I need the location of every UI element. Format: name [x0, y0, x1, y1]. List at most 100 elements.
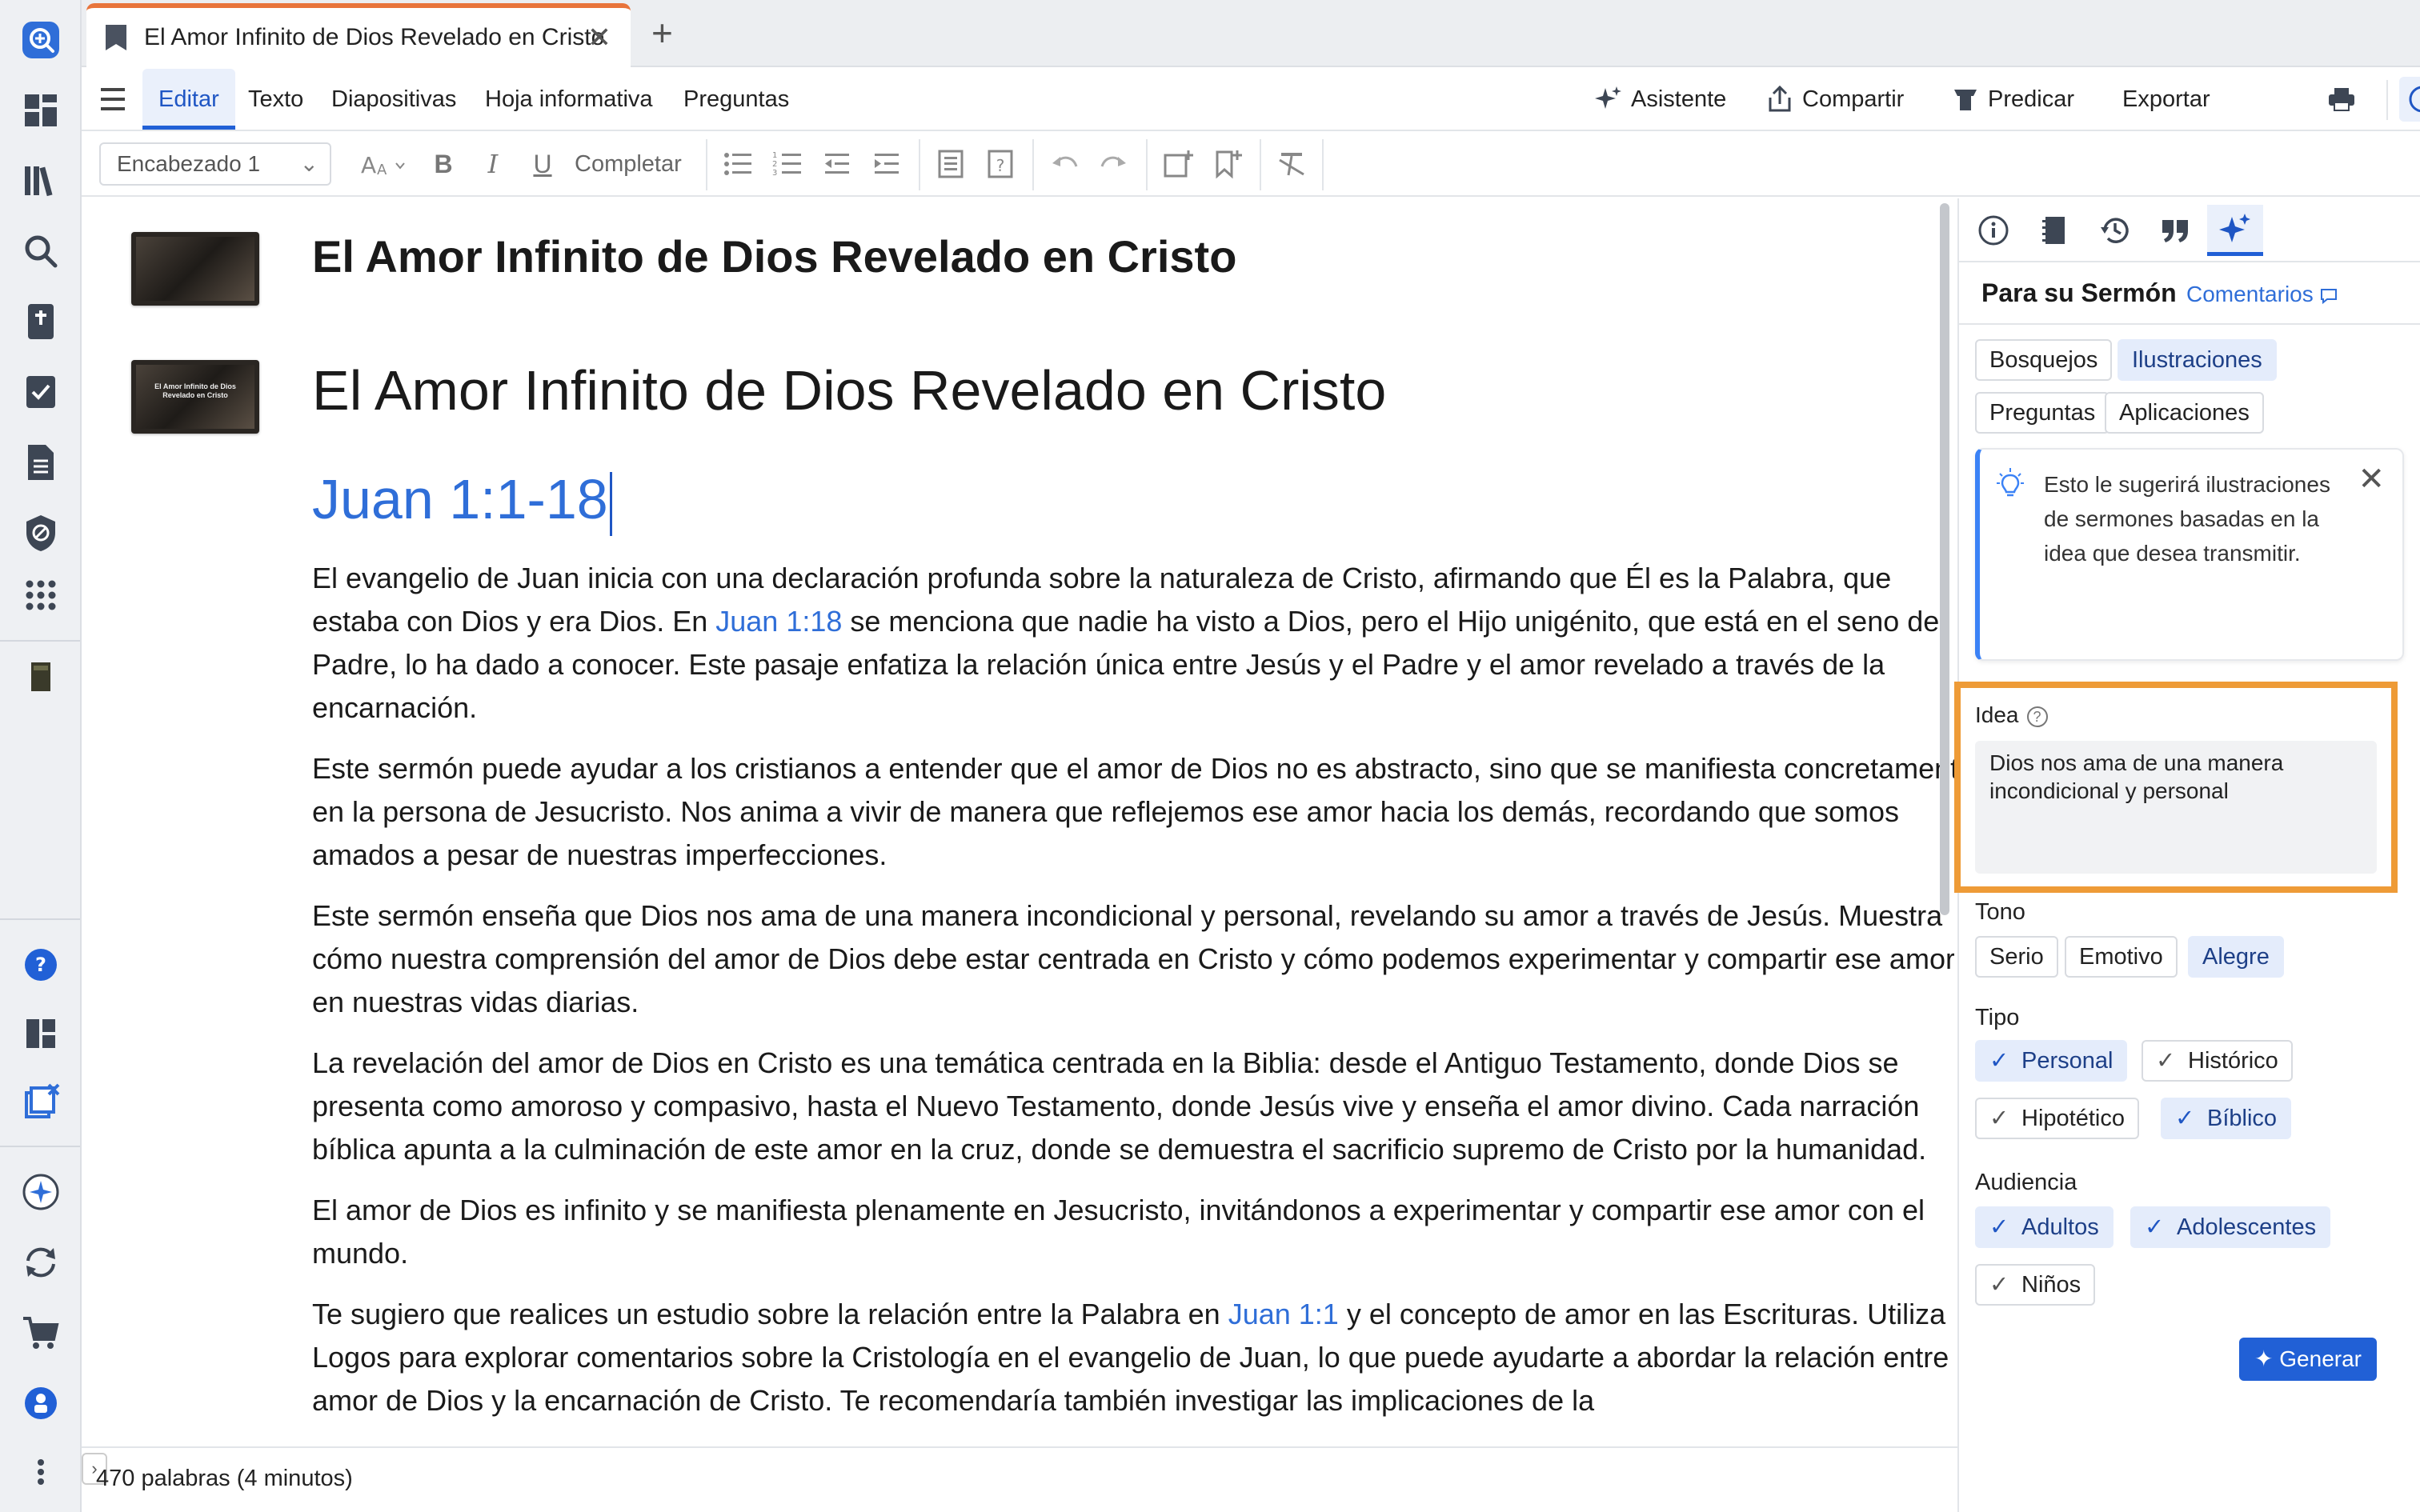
- hamburger-menu-icon[interactable]: [99, 83, 128, 115]
- audience-chip-adultos[interactable]: ✓ Adultos: [1975, 1206, 2113, 1248]
- preach-button[interactable]: Predicar: [1951, 69, 2074, 130]
- notebook-icon: [2042, 217, 2065, 244]
- menu-diapositivas[interactable]: Diapositivas: [331, 69, 456, 130]
- panel-tab-quotes[interactable]: [2148, 205, 2204, 256]
- underline-icon[interactable]: U: [527, 144, 559, 184]
- toolbar-divider: [1322, 139, 1324, 190]
- document-tab[interactable]: El Amor Infinito de Dios Revelado en Cri…: [86, 3, 631, 67]
- more-options-icon[interactable]: [17, 1448, 65, 1496]
- bullet-list-icon[interactable]: [720, 144, 755, 184]
- document-title[interactable]: El Amor Infinito de Dios Revelado en Cri…: [312, 230, 1236, 282]
- help-icon[interactable]: ?: [17, 941, 65, 989]
- close-tab-icon[interactable]: ✕: [587, 21, 611, 54]
- new-tab-button[interactable]: +: [651, 11, 673, 54]
- bible-icon[interactable]: [17, 298, 65, 346]
- cart-icon[interactable]: [17, 1309, 65, 1357]
- panel-tab-ai[interactable]: [2207, 205, 2263, 256]
- paragraph: Este sermón enseña que Dios nos ama de u…: [312, 899, 1954, 1018]
- menu-texto[interactable]: Texto: [248, 69, 303, 130]
- document-body[interactable]: El evangelio de Juan inicia con una decl…: [312, 557, 1954, 1440]
- redo-icon[interactable]: [1096, 144, 1132, 184]
- slide-thumbnail-1[interactable]: [131, 232, 259, 306]
- type-chip-historico[interactable]: ✓ Histórico: [2142, 1040, 2293, 1082]
- type-chip-biblico[interactable]: ✓ Bíblico: [2161, 1098, 2292, 1139]
- search-tab-icon[interactable]: [17, 16, 65, 64]
- tone-chip[interactable]: Emotivo: [2065, 936, 2178, 978]
- generate-button[interactable]: ✦ Generar: [2239, 1338, 2377, 1381]
- paragraph-style-select[interactable]: Encabezado 1 ⌄: [99, 142, 331, 186]
- insert-question-icon[interactable]: ?: [983, 144, 1018, 184]
- add-slide-icon[interactable]: [1160, 144, 1196, 184]
- document-scrollbar[interactable]: [1940, 203, 1949, 915]
- idea-input[interactable]: Dios nos ama de una manera incondicional…: [1975, 741, 2377, 874]
- apps-grid-icon[interactable]: [17, 571, 65, 619]
- svg-text:A: A: [361, 152, 376, 178]
- tone-chip-selected[interactable]: Alegre: [2188, 936, 2284, 978]
- status-bar: › 470 palabras (4 minutos): [82, 1446, 1957, 1512]
- category-chip[interactable]: Aplicaciones: [2105, 392, 2264, 434]
- account-icon[interactable]: [17, 1379, 65, 1427]
- share-button[interactable]: Compartir: [1765, 69, 1904, 130]
- audience-label: Audiencia: [1975, 1170, 2077, 1195]
- print-button[interactable]: [2327, 69, 2364, 130]
- complete-button[interactable]: Completar: [575, 144, 682, 184]
- scripture-link[interactable]: Juan 1:18: [715, 605, 842, 638]
- audience-chip-adolescentes[interactable]: ✓ Adolescentes: [2130, 1206, 2331, 1248]
- comments-link[interactable]: Comentarios: [2186, 282, 2338, 307]
- bold-icon[interactable]: B: [427, 144, 459, 184]
- close-panels-icon[interactable]: [17, 1078, 65, 1126]
- numbered-list-icon[interactable]: 123: [770, 144, 805, 184]
- info-panel-button[interactable]: [2399, 77, 2420, 122]
- assistant-button[interactable]: Asistente: [1594, 69, 1726, 130]
- toolbar-divider: [706, 139, 707, 190]
- add-bookmark-icon[interactable]: [1210, 144, 1245, 184]
- panel-tab-info[interactable]: [1965, 205, 2021, 256]
- hint-text: Esto le sugerirá ilustraciones de sermon…: [2044, 472, 2330, 566]
- category-chip[interactable]: Preguntas: [1975, 392, 2110, 434]
- help-circle-icon[interactable]: ?: [2026, 706, 2048, 727]
- layouts-icon[interactable]: [17, 1010, 65, 1058]
- scripture-reference[interactable]: Juan 1:1-18: [312, 467, 612, 536]
- reading-plan-icon[interactable]: [17, 368, 65, 416]
- book-resource-icon[interactable]: [17, 653, 65, 701]
- indent-icon[interactable]: [869, 144, 904, 184]
- insert-block-icon[interactable]: [933, 144, 968, 184]
- dashboard-icon[interactable]: [17, 86, 65, 134]
- paragraph: Este sermón puede ayudar a los cristiano…: [312, 752, 1954, 871]
- audience-chip-label: Adultos: [2021, 1214, 2099, 1240]
- menu-editar[interactable]: Editar: [142, 69, 235, 130]
- left-rail: ?: [0, 0, 82, 1512]
- category-chip-selected[interactable]: Ilustraciones: [2118, 339, 2277, 381]
- slide-thumbnail-2[interactable]: El Amor Infinito de Dios Revelado en Cri…: [131, 360, 259, 434]
- sermon-heading[interactable]: El Amor Infinito de Dios Revelado en Cri…: [312, 358, 1386, 422]
- factbook-icon[interactable]: [17, 509, 65, 557]
- outdent-icon[interactable]: [819, 144, 855, 184]
- svg-text:A: A: [377, 162, 387, 178]
- font-size-icon[interactable]: AA: [357, 144, 413, 184]
- search-icon[interactable]: [17, 227, 65, 275]
- export-button[interactable]: Exportar: [2122, 69, 2210, 130]
- close-hint-icon[interactable]: ✕: [2358, 461, 2385, 498]
- svg-text:1: 1: [772, 151, 777, 160]
- clear-formatting-icon[interactable]: [1274, 144, 1309, 184]
- word-count-text: 470 palabras (4 minutos): [96, 1466, 353, 1491]
- menu-preguntas[interactable]: Preguntas: [683, 69, 789, 130]
- type-chip-personal[interactable]: ✓ Personal: [1975, 1040, 2128, 1082]
- panel-tab-notes[interactable]: [2026, 205, 2082, 256]
- undo-icon[interactable]: [1047, 144, 1082, 184]
- rail-divider: [0, 640, 80, 642]
- panel-tab-history[interactable]: [2087, 205, 2143, 256]
- share-icon: [1769, 85, 1791, 112]
- audience-chip-ninos[interactable]: ✓ Niños: [1975, 1264, 2096, 1306]
- ai-sparkle-icon[interactable]: [17, 1168, 65, 1216]
- italic-icon[interactable]: I: [477, 144, 509, 184]
- scripture-link[interactable]: Juan 1:1: [1228, 1298, 1339, 1330]
- type-chip-hipotetico[interactable]: ✓ Hipotético: [1975, 1098, 2139, 1139]
- tone-chip[interactable]: Serio: [1975, 936, 2058, 978]
- paragraph-text: Te sugiero que realices un estudio sobre…: [312, 1298, 1228, 1330]
- category-chip[interactable]: Bosquejos: [1975, 339, 2113, 381]
- menu-hoja-informativa[interactable]: Hoja informativa: [485, 69, 653, 130]
- sync-icon[interactable]: [17, 1238, 65, 1286]
- library-icon[interactable]: [17, 157, 65, 205]
- document-icon[interactable]: [17, 438, 65, 486]
